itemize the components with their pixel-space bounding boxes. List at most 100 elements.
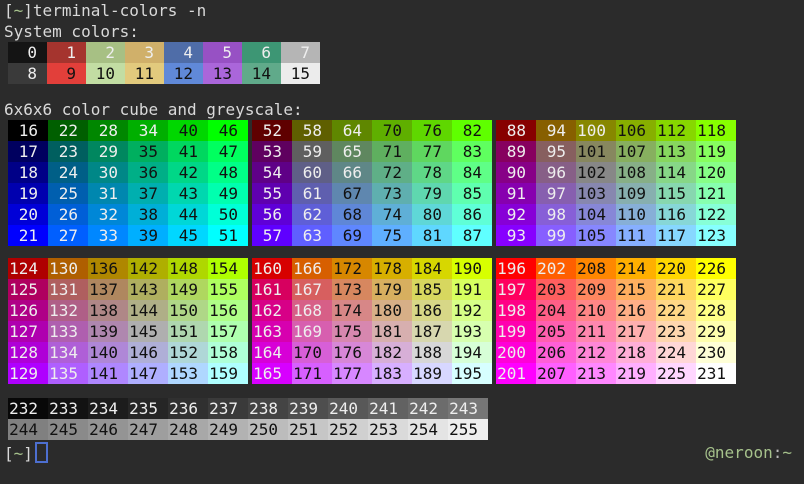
color-cell: 187 <box>412 321 452 342</box>
color-cell: 235 <box>128 398 168 419</box>
color-cell: 158 <box>208 342 248 363</box>
color-cell: 66 <box>332 162 372 183</box>
color-cell: 119 <box>696 141 736 162</box>
color-cell: 244 <box>8 419 48 440</box>
color-cell: 205 <box>536 321 576 342</box>
color-cell: 33 <box>88 225 128 246</box>
color-cell: 206 <box>536 342 576 363</box>
color-cell: 185 <box>412 279 452 300</box>
color-cell: 113 <box>656 141 696 162</box>
color-cell: 24 <box>48 162 88 183</box>
cube-block: 1962022082142202261972032092152212271982… <box>496 258 736 384</box>
color-cell: 146 <box>128 342 168 363</box>
color-cell: 115 <box>656 183 696 204</box>
color-cell: 70 <box>372 120 412 141</box>
blank-line <box>0 84 804 99</box>
color-cell: 26 <box>48 204 88 225</box>
color-cell: 30 <box>88 162 128 183</box>
color-cell: 168 <box>292 300 332 321</box>
color-cell: 226 <box>696 258 736 279</box>
color-cell: 111 <box>616 225 656 246</box>
color-cell: 188 <box>412 342 452 363</box>
color-cell: 123 <box>696 225 736 246</box>
color-cell: 130 <box>48 258 88 279</box>
color-cell: 25 <box>48 183 88 204</box>
color-cell: 186 <box>412 300 452 321</box>
color-cell: 41 <box>168 141 208 162</box>
color-cell: 80 <box>412 204 452 225</box>
color-cell: 184 <box>412 258 452 279</box>
color-cell: 162 <box>252 300 292 321</box>
color-cell: 236 <box>168 398 208 419</box>
color-cell: 227 <box>696 279 736 300</box>
color-cell: 79 <box>412 183 452 204</box>
color-cell: 241 <box>368 398 408 419</box>
color-cell: 137 <box>88 279 128 300</box>
color-cell: 151 <box>168 321 208 342</box>
color-cell: 143 <box>128 279 168 300</box>
cube-block: 1241301361421481541251311371431491551261… <box>8 258 248 384</box>
prompt-line-top: [~]terminal-colors -n <box>0 0 804 21</box>
color-cell: 71 <box>372 141 412 162</box>
command-text: terminal-colors -n <box>33 1 206 20</box>
color-cell: 171 <box>292 363 332 384</box>
color-cell: 0 <box>8 42 47 63</box>
color-cell: 254 <box>408 419 448 440</box>
color-cell: 10 <box>86 63 125 84</box>
color-cell: 193 <box>452 321 492 342</box>
color-cell: 211 <box>576 321 616 342</box>
color-cell: 120 <box>696 162 736 183</box>
color-cell: 18 <box>8 162 48 183</box>
prompt-bracket-close: ] <box>23 444 33 463</box>
system-colors-label: System colors: <box>0 21 804 42</box>
color-cell: 216 <box>616 300 656 321</box>
color-cell: 134 <box>48 342 88 363</box>
system-color-row-1: 01234567 <box>8 42 804 63</box>
color-cell: 8 <box>8 63 47 84</box>
cube-row-2: 1241301361421481541251311371431491551261… <box>8 258 804 384</box>
color-cell: 221 <box>656 279 696 300</box>
color-cell: 49 <box>208 183 248 204</box>
color-cell: 62 <box>292 204 332 225</box>
color-cell: 201 <box>496 363 536 384</box>
prompt-tilde: ~ <box>14 1 24 20</box>
color-cell: 225 <box>656 363 696 384</box>
color-cell: 208 <box>576 258 616 279</box>
color-cell: 197 <box>496 279 536 300</box>
color-cell: 155 <box>208 279 248 300</box>
color-cell: 104 <box>576 204 616 225</box>
color-cell: 124 <box>8 258 48 279</box>
color-cell: 52 <box>252 120 292 141</box>
color-cell: 59 <box>292 141 332 162</box>
terminal-screen[interactable]: [~]terminal-colors -n System colors: 012… <box>0 0 804 484</box>
color-cell: 43 <box>168 183 208 204</box>
color-cell: 219 <box>616 363 656 384</box>
color-cell: 57 <box>252 225 292 246</box>
color-cell: 224 <box>656 342 696 363</box>
color-cell: 54 <box>252 162 292 183</box>
prompt-bracket-open: [ <box>4 444 14 463</box>
color-cell: 245 <box>48 419 88 440</box>
color-cell: 200 <box>496 342 536 363</box>
system-color-row-2: 89101112131415 <box>8 63 804 84</box>
color-cell: 128 <box>8 342 48 363</box>
color-cell: 40 <box>168 120 208 141</box>
color-cell: 60 <box>292 162 332 183</box>
color-cell: 93 <box>496 225 536 246</box>
color-cell: 83 <box>452 141 492 162</box>
color-cell: 97 <box>536 183 576 204</box>
color-cell: 210 <box>576 300 616 321</box>
color-cell: 238 <box>248 398 288 419</box>
color-cell: 202 <box>536 258 576 279</box>
color-cell: 21 <box>8 225 48 246</box>
color-cell: 142 <box>128 258 168 279</box>
color-cell: 175 <box>332 321 372 342</box>
color-cell: 165 <box>252 363 292 384</box>
color-cell: 237 <box>208 398 248 419</box>
color-cell: 74 <box>372 204 412 225</box>
color-cell: 19 <box>8 183 48 204</box>
color-cell: 161 <box>252 279 292 300</box>
color-cell: 159 <box>208 363 248 384</box>
color-cell: 133 <box>48 321 88 342</box>
color-cell: 207 <box>536 363 576 384</box>
